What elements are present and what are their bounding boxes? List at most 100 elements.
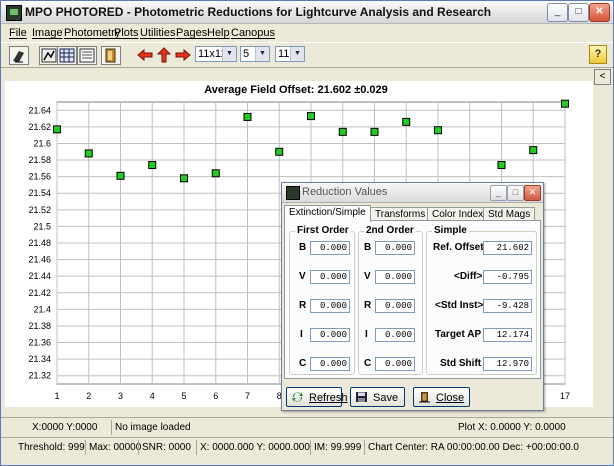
first-order-field[interactable]: 0.000	[310, 299, 350, 313]
grid-icon[interactable]	[57, 46, 77, 65]
second-order-title: 2nd Order	[364, 225, 416, 236]
menu-photometry[interactable]: Photometry	[64, 27, 120, 39]
chevron-down-icon: ▼	[290, 47, 304, 61]
tab-extinction-simple[interactable]: Extinction/Simple	[284, 205, 371, 222]
annulus-value: 11	[278, 48, 290, 60]
first-order-field[interactable]: 0.000	[310, 328, 350, 342]
tab-color-index[interactable]: Color Index	[427, 207, 489, 221]
grid-size-select[interactable]: 11x11 ▼	[195, 46, 237, 62]
diff-field[interactable]: -0.795	[483, 270, 532, 284]
save-disk-icon	[356, 392, 367, 402]
data-point	[275, 147, 284, 156]
title-bar[interactable]: MPO PHOTORED - Photometric Reductions fo…	[1, 1, 613, 24]
y-tick-label: 21.64	[28, 105, 51, 115]
second-order-field[interactable]: 0.000	[375, 270, 415, 284]
y-tick-label: 21.46	[28, 255, 51, 265]
side-panel-toggle[interactable]: <	[594, 69, 611, 85]
simple-label: <Std Inst>	[435, 300, 484, 311]
x-tick-label: 2	[86, 391, 91, 401]
simple-label: Target AP	[435, 329, 482, 340]
simple-label: Std Shift	[440, 358, 482, 369]
close-dialog-button[interactable]: Close	[413, 387, 470, 407]
simple-title: Simple	[432, 225, 469, 236]
second-order-label: C	[364, 358, 372, 369]
chevron-down-icon: ▼	[222, 47, 236, 61]
second-order-label: R	[364, 300, 372, 311]
data-point	[307, 112, 315, 121]
data-point	[338, 127, 347, 136]
dialog-close-button[interactable]: ✕	[524, 185, 541, 201]
second-order-label: B	[364, 242, 372, 253]
arrow-right-icon[interactable]	[173, 46, 193, 65]
first-order-label: I	[300, 329, 303, 340]
y-tick-label: 21.62	[28, 122, 51, 132]
maximize-button[interactable]: □	[568, 3, 589, 22]
first-order-group: First Order B 0.000 V 0.000 R 0.000 I 0.…	[289, 225, 355, 375]
menu-plots[interactable]: Plots	[114, 27, 138, 39]
telescope-icon[interactable]	[9, 46, 29, 65]
menu-canopus[interactable]: Canopus	[231, 27, 275, 39]
menu-bar: File Image Photometry Plots Utilities Pa…	[1, 24, 613, 42]
simple-group: Simple Ref. Offset 21.602 <Diff> -0.795 …	[426, 225, 537, 375]
image-icon[interactable]	[39, 46, 59, 65]
y-tick-label: 21.32	[28, 371, 51, 381]
first-order-field[interactable]: 0.000	[310, 241, 350, 255]
minimize-button[interactable]: _	[547, 3, 568, 22]
aperture-select[interactable]: 5 ▼	[240, 46, 270, 62]
ref-offset-field[interactable]: 21.602	[483, 241, 532, 255]
target-ap-field[interactable]: 12.174	[483, 328, 532, 342]
second-order-label: I	[365, 329, 368, 340]
menu-help[interactable]: Help	[207, 27, 230, 39]
data-point	[84, 149, 93, 158]
data-point	[434, 126, 442, 135]
close-button[interactable]: ✕	[589, 3, 610, 22]
y-axis-ticks: 21.64 21.62 21.6 21.58 21.56 21.54 21.52 21.5 21…	[28, 105, 51, 380]
std-inst-field[interactable]: -9.428	[483, 299, 532, 313]
y-tick-label: 21.52	[28, 205, 51, 215]
exit-door-icon[interactable]	[101, 46, 121, 65]
second-order-group: 2nd Order B 0.000 V 0.000 R 0.000 I 0.00…	[358, 225, 423, 375]
second-order-field[interactable]: 0.000	[375, 357, 415, 371]
data-point	[529, 146, 538, 155]
dialog-tabs: Extinction/Simple Transforms Color Index…	[282, 205, 543, 222]
menu-image[interactable]: Image	[32, 27, 63, 39]
dialog-title-bar[interactable]: Reduction Values _ □ ✕	[282, 183, 543, 203]
second-order-field[interactable]: 0.000	[375, 328, 415, 342]
threshold: Threshold: 999	[18, 442, 85, 453]
toolbar: 11x11 ▼ 5 ▼ 11 ▼ ?	[1, 42, 613, 68]
data-point	[53, 125, 61, 134]
help-button[interactable]: ?	[589, 45, 607, 64]
window-title: MPO PHOTORED - Photometric Reductions fo…	[25, 5, 492, 19]
second-order-field[interactable]: 0.000	[375, 299, 415, 313]
arrow-left-icon[interactable]	[135, 46, 155, 65]
data-point	[148, 161, 157, 170]
std-shift-field[interactable]: 12.970	[483, 357, 532, 371]
annulus-select[interactable]: 11 ▼	[275, 46, 305, 62]
data-point	[561, 99, 569, 108]
first-order-field[interactable]: 0.000	[310, 270, 350, 284]
data-point	[180, 174, 188, 183]
dialog-maximize-button[interactable]: □	[507, 185, 524, 201]
main-window: MPO PHOTORED - Photometric Reductions fo…	[0, 0, 614, 466]
refresh-button[interactable]: Refresh	[286, 387, 348, 407]
menu-pages[interactable]: Pages	[176, 27, 207, 39]
data-point	[497, 161, 506, 170]
x-tick-label: 3	[118, 391, 123, 401]
dialog-minimize-button[interactable]: _	[490, 185, 507, 201]
y-tick-label: 21.54	[28, 188, 51, 198]
save-label: Save	[373, 392, 399, 404]
tab-transforms[interactable]: Transforms	[370, 207, 431, 221]
x-tick-label: 6	[213, 391, 218, 401]
save-button[interactable]: Save	[350, 387, 405, 407]
first-order-field[interactable]: 0.000	[310, 357, 350, 371]
menu-utilities[interactable]: Utilities	[140, 27, 175, 39]
first-order-label: C	[299, 358, 307, 369]
second-order-field[interactable]: 0.000	[375, 241, 415, 255]
arrow-up-icon[interactable]	[154, 46, 174, 65]
table-icon[interactable]	[77, 46, 97, 65]
chart-center: Chart Center: RA 00:00:00.00 Dec: +00:00…	[364, 440, 579, 455]
app-icon	[6, 5, 22, 21]
tab-std-mags[interactable]: Std Mags	[483, 207, 536, 221]
im-value: IM: 99.999	[310, 440, 361, 455]
menu-file[interactable]: File	[9, 27, 27, 39]
